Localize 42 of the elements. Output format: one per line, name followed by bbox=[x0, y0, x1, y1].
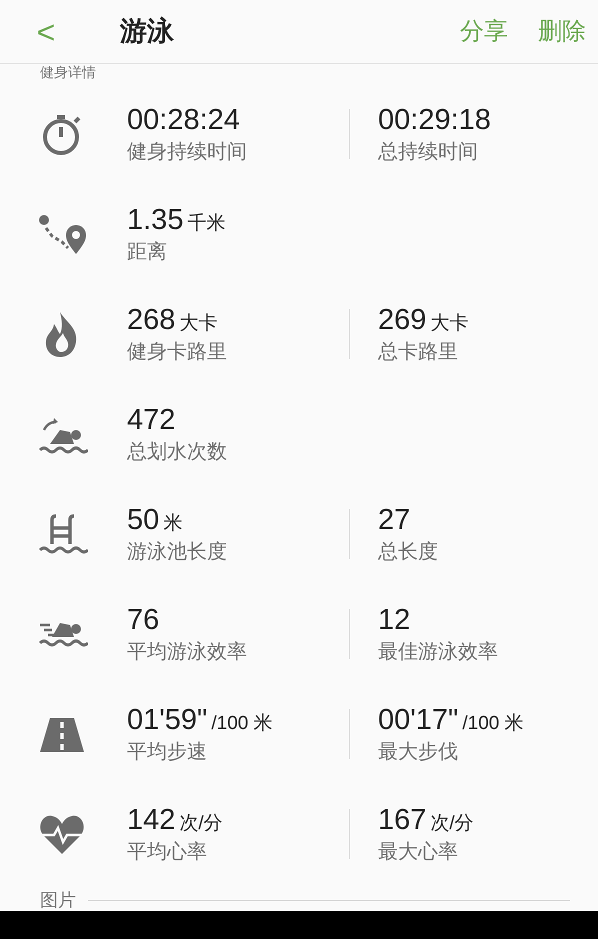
stat-value: 27 bbox=[378, 503, 410, 538]
stat-value: 167 bbox=[378, 802, 426, 838]
stat-value: 76 bbox=[127, 603, 160, 638]
stat-unit: 次/分 bbox=[430, 812, 474, 836]
stat-value: 269 bbox=[378, 302, 426, 338]
stat-unit: 大卡 bbox=[430, 312, 468, 336]
stat-label: 平均游泳效率 bbox=[127, 640, 248, 665]
stat-value: 00'17" bbox=[378, 702, 458, 738]
stat-label: 最佳游泳效率 bbox=[378, 640, 498, 665]
stat-value: 1.35 bbox=[127, 202, 184, 238]
stat-value: 01'59" bbox=[127, 702, 208, 738]
header-action[interactable]: 分享 bbox=[460, 14, 508, 50]
stat-value: 12 bbox=[378, 603, 410, 638]
stat-label: 最大心率 bbox=[378, 840, 459, 866]
stat-label: 健身持续时间 bbox=[127, 140, 248, 165]
stat-label: 平均心率 bbox=[127, 840, 208, 866]
stat-label: 总长度 bbox=[378, 540, 438, 565]
stat-label: 总持续时间 bbox=[378, 140, 479, 165]
stat-label: 总划水次数 bbox=[127, 440, 228, 465]
section-title: 图片 bbox=[40, 889, 76, 911]
stat-unit: 大卡 bbox=[179, 312, 218, 336]
stat-unit: 千米 bbox=[187, 212, 226, 236]
stat-unit: 米 bbox=[163, 512, 182, 536]
stat-value: 50 bbox=[127, 502, 160, 538]
stat-unit: /100 米 bbox=[462, 712, 524, 736]
stat-unit: /100 米 bbox=[211, 712, 273, 736]
stat-unit: 次/分 bbox=[179, 812, 223, 836]
stat-label: 游泳池长度 bbox=[127, 540, 228, 566]
stat-label: 健身卡路里 bbox=[127, 340, 228, 366]
header-action[interactable]: 删除 bbox=[538, 14, 586, 50]
stat-value: 00:29:18 bbox=[378, 103, 491, 138]
stat-label: 总卡路里 bbox=[378, 340, 459, 366]
stat-label: 最大步伐 bbox=[378, 740, 459, 766]
section-title: 健身详情 bbox=[40, 64, 96, 80]
stat-value: 472 bbox=[127, 403, 176, 438]
back-button[interactable]: < bbox=[34, 16, 58, 48]
stat-value: 142 bbox=[127, 802, 176, 838]
stat-label: 距离 bbox=[127, 240, 168, 266]
stat-label: 平均步速 bbox=[127, 740, 208, 766]
page-title: 游泳 bbox=[120, 15, 174, 48]
stat-value: 00:28:24 bbox=[127, 103, 240, 138]
stat-value: 268 bbox=[127, 302, 176, 338]
